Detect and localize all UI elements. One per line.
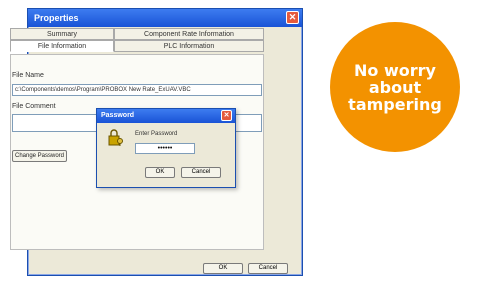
dialog-title: Password xyxy=(101,112,135,119)
cancel-button[interactable]: Cancel xyxy=(248,263,288,274)
window-titlebar: Properties ✕ xyxy=(28,9,302,27)
file-comment-label: File Comment xyxy=(12,103,56,110)
dialog-cancel-button[interactable]: Cancel xyxy=(181,167,221,178)
tab-file-information[interactable]: File Information xyxy=(10,40,114,52)
file-name-field[interactable]: c:\Components\demos\Program\PROBOX New R… xyxy=(12,84,262,96)
dialog-ok-button[interactable]: OK xyxy=(145,167,175,178)
badge-text: No worry about tampering xyxy=(348,60,442,114)
password-input[interactable]: •••••• xyxy=(135,143,195,154)
password-dialog: Password ✕ Enter Password •••••• OK Canc… xyxy=(96,108,236,188)
dialog-close-icon[interactable]: ✕ xyxy=(221,110,232,121)
change-password-button[interactable]: Change Password xyxy=(12,150,67,162)
tab-summary[interactable]: Summary xyxy=(10,28,114,40)
close-icon[interactable]: ✕ xyxy=(286,11,299,24)
tab-plc-information[interactable]: PLC Information xyxy=(114,40,264,52)
tab-component-rate-information[interactable]: Component Rate Information xyxy=(114,28,264,40)
dialog-titlebar: Password ✕ xyxy=(97,109,235,123)
enter-password-label: Enter Password xyxy=(135,131,178,137)
promo-badge: No worry about tampering xyxy=(330,22,460,152)
key-lock-icon xyxy=(108,129,123,146)
file-name-label: File Name xyxy=(12,72,44,79)
ok-button[interactable]: OK xyxy=(203,263,243,274)
window-title: Properties xyxy=(34,13,79,23)
